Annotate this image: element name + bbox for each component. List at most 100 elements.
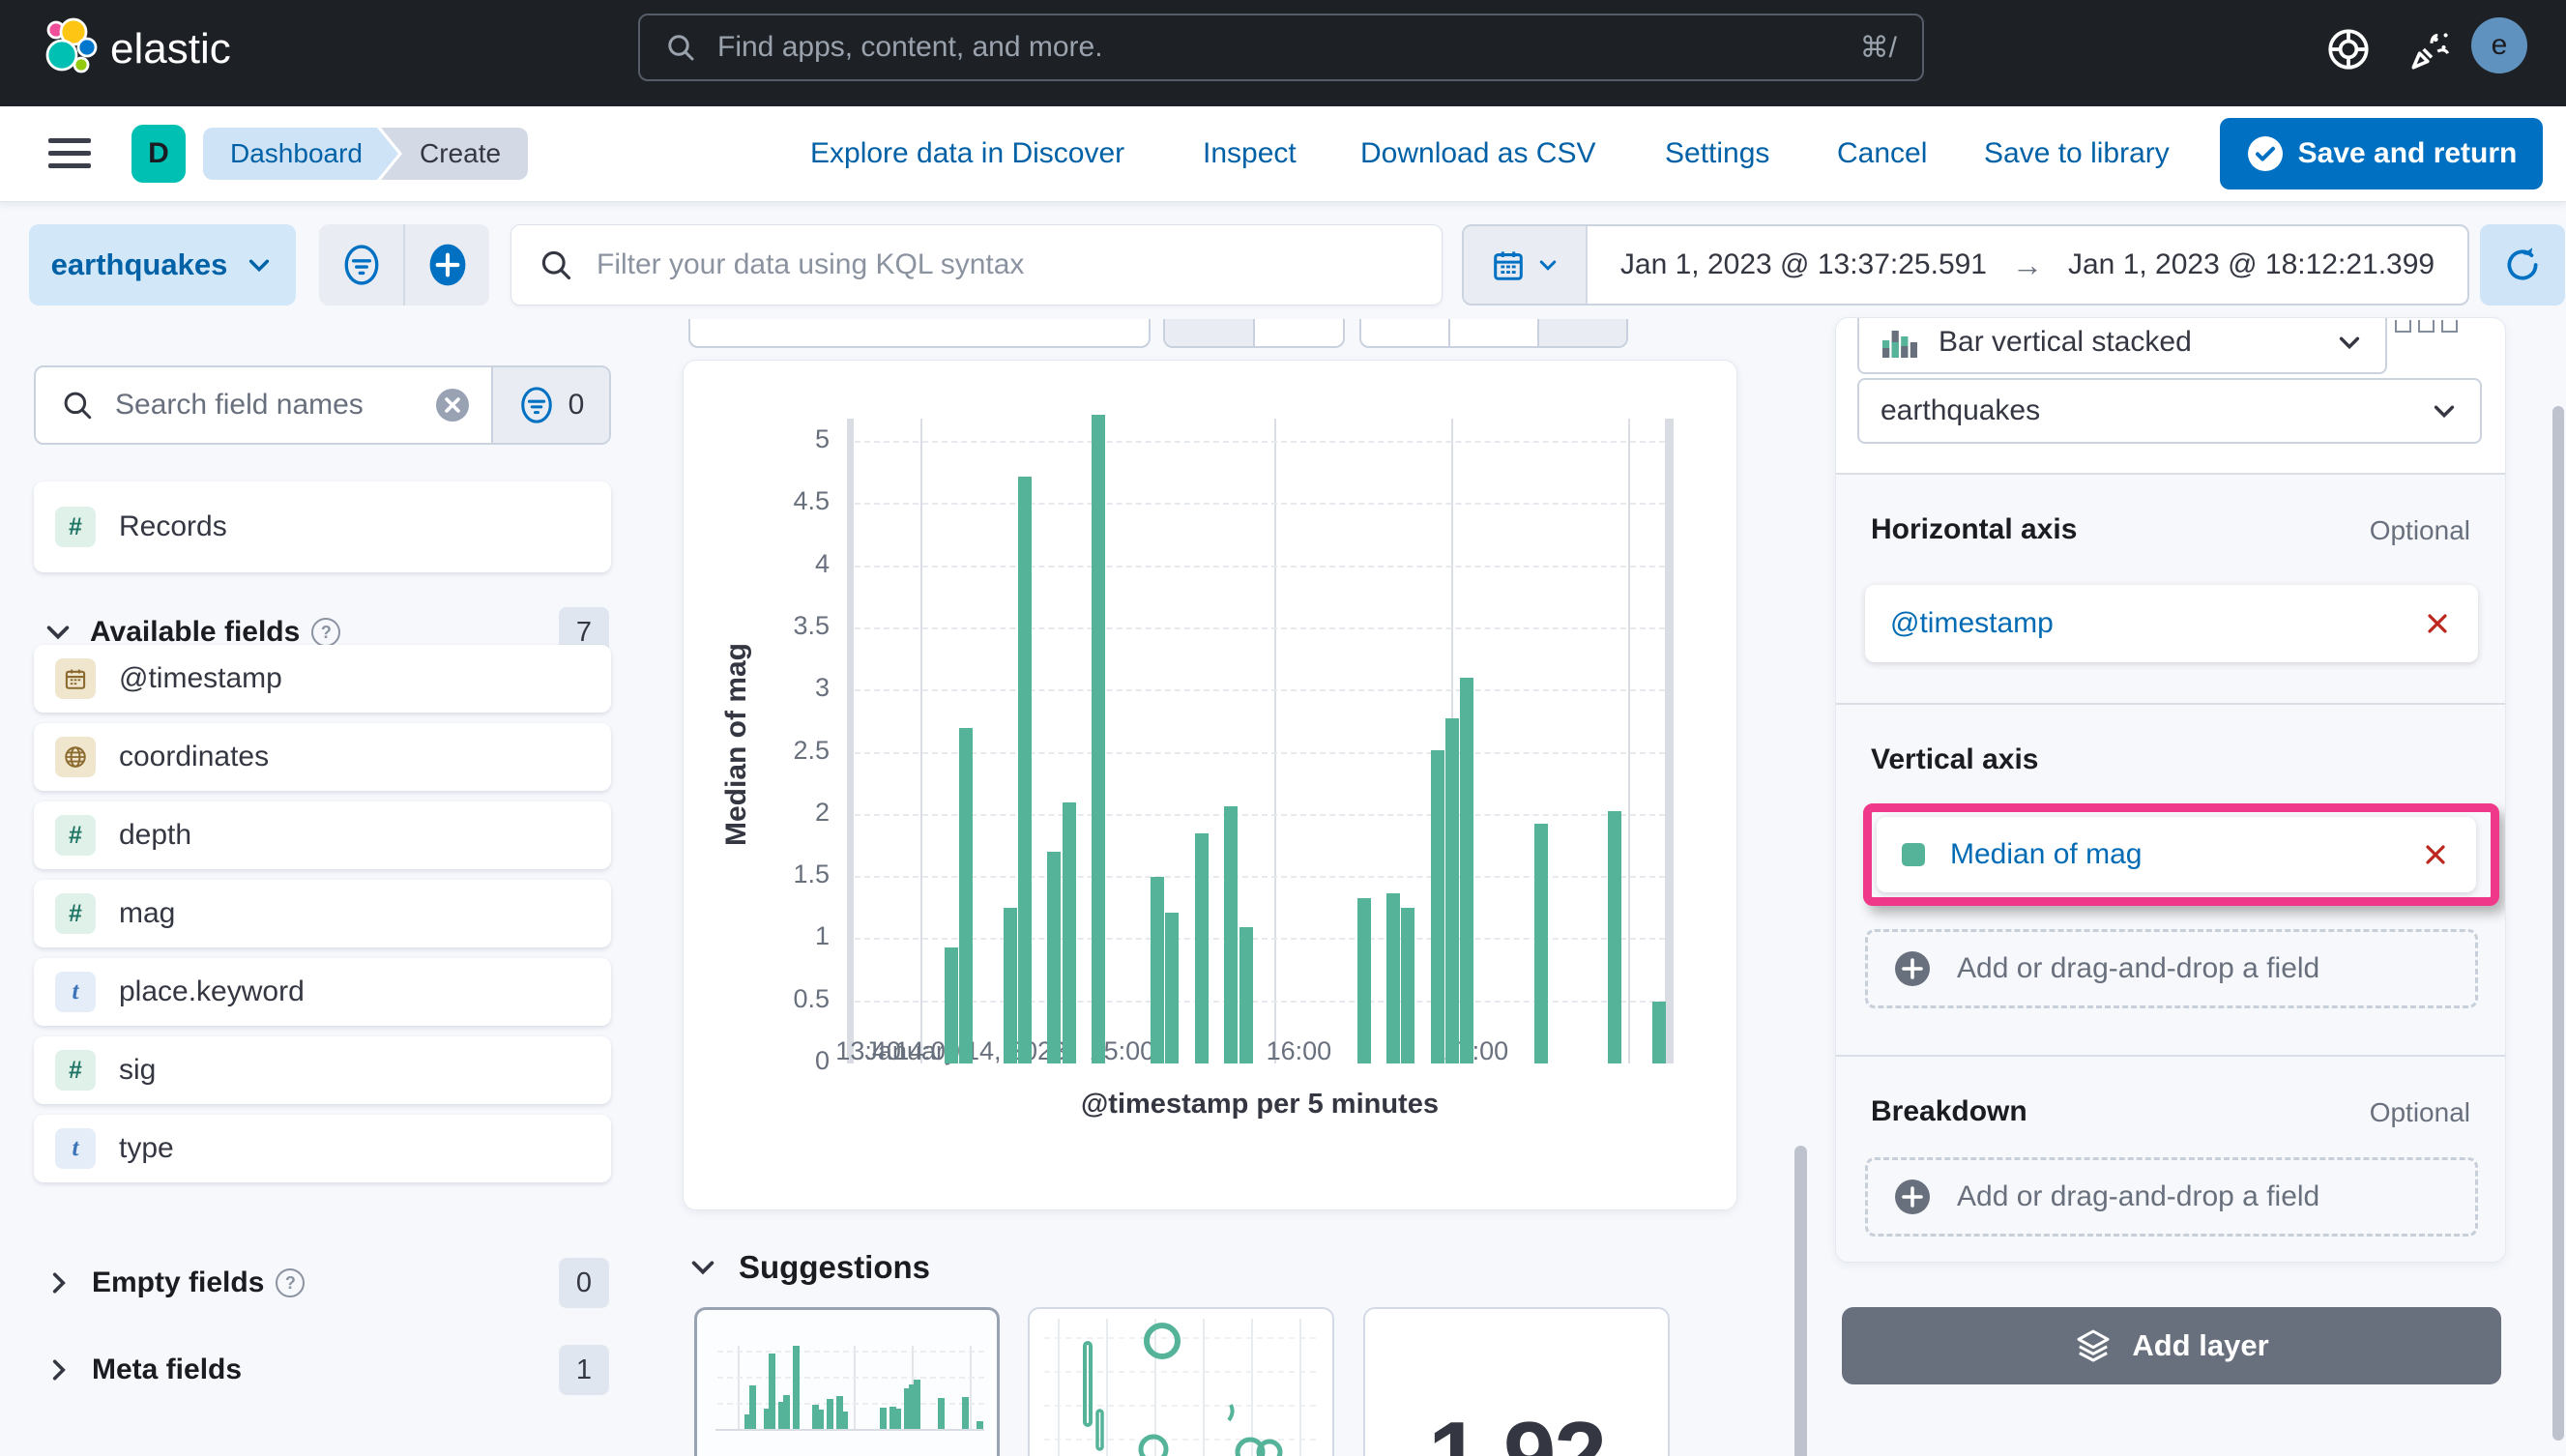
add-filter-button[interactable] bbox=[405, 243, 489, 287]
vertical-axis-field[interactable]: Median of mag bbox=[1950, 838, 2142, 871]
field-item-coordinates[interactable]: coordinates bbox=[34, 723, 611, 791]
breadcrumb-create[interactable]: Create bbox=[381, 128, 528, 180]
chart-type-select[interactable]: Bar vertical stacked bbox=[1857, 318, 2387, 374]
nav-link-explore-discover[interactable]: Explore data in Discover bbox=[810, 106, 1124, 201]
nav-link-settings[interactable]: Settings bbox=[1665, 106, 1769, 201]
workspace-toolbar-button-group-cut[interactable] bbox=[1359, 319, 1628, 348]
records-field-item[interactable]: # Records bbox=[34, 481, 611, 572]
kql-placeholder: Filter your data using KQL syntax bbox=[597, 248, 1025, 280]
help-icon[interactable] bbox=[2324, 25, 2373, 73]
menu-hamburger-icon[interactable] bbox=[48, 138, 91, 171]
data-view-picker[interactable]: earthquakes bbox=[29, 224, 296, 306]
nav-link-download-csv[interactable]: Download as CSV bbox=[1360, 106, 1595, 201]
field-item-type[interactable]: t type bbox=[34, 1115, 611, 1182]
newsfeed-icon[interactable] bbox=[2407, 25, 2456, 73]
remove-dimension-icon[interactable] bbox=[2420, 839, 2451, 870]
suggestion-scatter-chart[interactable] bbox=[1028, 1307, 1334, 1456]
breakdown-heading: Breakdown bbox=[1871, 1095, 2027, 1127]
field-item-timestamp[interactable]: @timestamp bbox=[34, 645, 611, 713]
field-item-place-keyword[interactable]: t place.keyword bbox=[34, 958, 611, 1026]
empty-fields-label: Empty fields bbox=[92, 1267, 265, 1298]
string-token-icon: t bbox=[55, 1128, 96, 1169]
field-item-mag[interactable]: # mag bbox=[34, 880, 611, 947]
suggestion-current-bar-chart[interactable] bbox=[694, 1307, 1000, 1456]
add-field-label: Add or drag-and-drop a field bbox=[1957, 952, 2320, 984]
refresh-button[interactable] bbox=[2480, 224, 2565, 306]
panel-divider bbox=[1836, 473, 2505, 475]
string-token-icon: t bbox=[55, 972, 96, 1012]
vertical-axis-add-field[interactable]: Add or drag-and-drop a field bbox=[1865, 929, 2478, 1008]
search-icon bbox=[64, 392, 92, 420]
workspace-toolbar-input-cut[interactable] bbox=[688, 319, 1151, 348]
help-question-icon[interactable]: ? bbox=[311, 618, 341, 647]
layers-icon bbox=[2077, 1329, 2110, 1362]
y-axis-title: Median of mag bbox=[720, 642, 752, 847]
number-token-icon: # bbox=[55, 893, 96, 934]
add-field-label: Add or drag-and-drop a field bbox=[1957, 1180, 2320, 1212]
meta-fields-header[interactable]: Meta fields bbox=[34, 1339, 611, 1401]
filter-controls-group bbox=[319, 224, 489, 306]
suggestion-scatter-thumbnail bbox=[1044, 1319, 1320, 1456]
x-axis-title: @timestamp per 5 minutes bbox=[1081, 1089, 1439, 1120]
field-item-depth[interactable]: # depth bbox=[34, 801, 611, 869]
add-layer-label: Add layer bbox=[2132, 1328, 2269, 1362]
metric-value: 1.92 bbox=[1428, 1402, 1607, 1456]
space-badge[interactable]: D bbox=[131, 125, 186, 183]
kql-query-input[interactable]: Filter your data using KQL syntax bbox=[510, 224, 1443, 306]
panel-divider bbox=[1836, 703, 2505, 705]
breakdown-add-field[interactable]: Add or drag-and-drop a field bbox=[1865, 1157, 2478, 1237]
horizontal-axis-dimension[interactable]: @timestamp bbox=[1865, 585, 2478, 662]
chevron-down-icon bbox=[46, 626, 70, 640]
elastic-logo-text[interactable]: elastic bbox=[110, 25, 231, 73]
suggestions-title: Suggestions bbox=[739, 1249, 931, 1285]
horizontal-axis-heading: Horizontal axis bbox=[1871, 513, 2078, 545]
chevron-down-icon bbox=[691, 1261, 714, 1275]
layer-data-view-label: earthquakes bbox=[1881, 394, 2041, 426]
date-range-end[interactable]: Jan 1, 2023 @ 18:12:21.399 bbox=[2068, 248, 2435, 281]
lens-editor-page: elastic Find apps, content, and more. ⌘/… bbox=[0, 0, 2566, 1456]
top-header-bar: elastic Find apps, content, and more. ⌘/… bbox=[0, 0, 2566, 106]
search-shortcut-hint: ⌘/ bbox=[1859, 31, 1897, 64]
field-filter-button[interactable]: 0 bbox=[491, 367, 609, 443]
nav-link-inspect[interactable]: Inspect bbox=[1203, 106, 1297, 201]
suggestion-metric[interactable]: 1.92 bbox=[1363, 1307, 1670, 1456]
field-filter-count: 0 bbox=[568, 389, 585, 421]
clear-search-icon[interactable] bbox=[433, 386, 472, 424]
workspace-scrollbar[interactable] bbox=[1794, 1146, 1807, 1456]
filter-in-circle-icon bbox=[344, 245, 378, 285]
remove-dimension-icon[interactable] bbox=[2422, 608, 2453, 639]
chart-switch-icon-cut[interactable] bbox=[2395, 320, 2458, 333]
date-quick-select-button[interactable] bbox=[1464, 226, 1588, 304]
suggestions-header[interactable]: Suggestions bbox=[688, 1249, 930, 1286]
chevron-down-icon bbox=[2434, 405, 2455, 419]
empty-fields-header[interactable]: Empty fields ? bbox=[34, 1252, 611, 1314]
add-layer-button[interactable]: Add layer bbox=[1842, 1307, 2501, 1384]
horizontal-axis-field[interactable]: @timestamp bbox=[1890, 607, 2054, 640]
nav-link-cancel[interactable]: Cancel bbox=[1837, 106, 1927, 201]
vertical-axis-dimension[interactable]: Median of mag bbox=[1877, 817, 2476, 892]
global-search-placeholder: Find apps, content, and more. bbox=[717, 31, 1103, 63]
number-token-icon: # bbox=[55, 507, 96, 547]
elastic-logo-icon[interactable] bbox=[37, 15, 101, 78]
layer-data-view-select[interactable]: earthquakes bbox=[1857, 378, 2482, 444]
nav-link-save-to-library[interactable]: Save to library bbox=[1984, 106, 2170, 201]
workspace-toolbar-toggle-group-cut[interactable] bbox=[1163, 319, 1345, 348]
field-item-sig[interactable]: # sig bbox=[34, 1036, 611, 1104]
saved-query-menu-button[interactable] bbox=[319, 224, 405, 306]
date-range-start[interactable]: Jan 1, 2023 @ 13:37:25.591 bbox=[1620, 248, 1987, 281]
plus-in-circle-icon bbox=[1895, 951, 1930, 986]
save-and-return-button[interactable]: Save and return bbox=[2220, 118, 2543, 189]
field-search-input[interactable]: Search field names bbox=[36, 389, 433, 422]
breadcrumb-dashboard[interactable]: Dashboard bbox=[203, 128, 398, 180]
records-label: Records bbox=[119, 510, 227, 542]
avatar[interactable]: e bbox=[2471, 17, 2527, 73]
chart-workspace-panel bbox=[683, 360, 1737, 1210]
date-range-picker: Jan 1, 2023 @ 13:37:25.591 → Jan 1, 2023… bbox=[1462, 224, 2469, 306]
page-scrollbar[interactable] bbox=[2552, 406, 2564, 1441]
help-question-icon[interactable]: ? bbox=[276, 1268, 306, 1297]
check-in-circle-icon bbox=[2247, 136, 2283, 171]
arrow-right-icon: → bbox=[2012, 247, 2043, 282]
search-icon bbox=[668, 35, 694, 61]
plus-in-circle-icon bbox=[1895, 1179, 1930, 1214]
global-search-input[interactable]: Find apps, content, and more. ⌘/ bbox=[638, 14, 1924, 81]
